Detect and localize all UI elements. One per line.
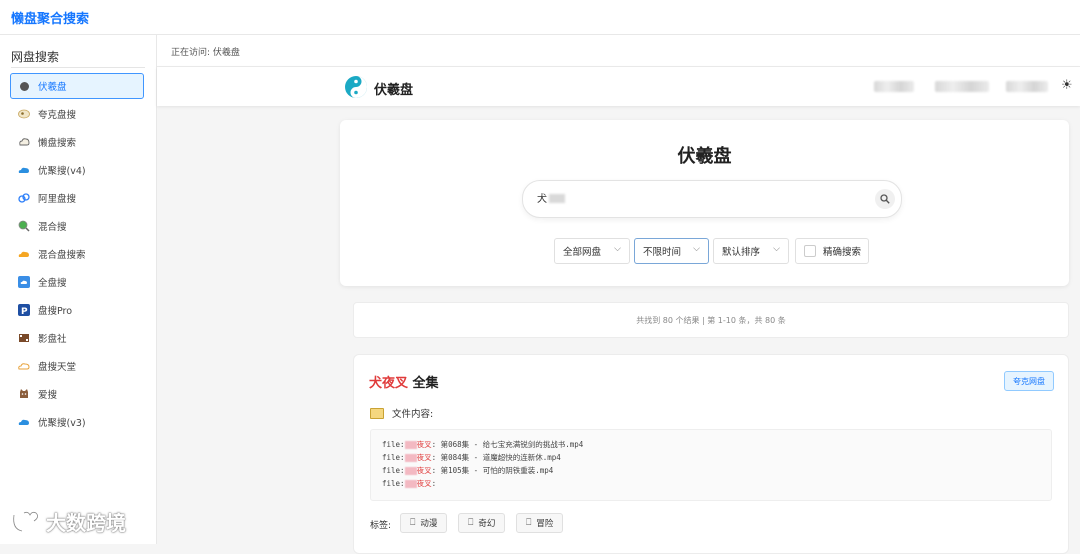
folder-icon (370, 407, 384, 419)
exact-search-checkbox[interactable]: 精确搜索 (795, 238, 869, 264)
result-card: 犬夜叉 全集 夸克网盘 文件内容: file: 夜叉: 第068集 - 给七宝充满… (353, 354, 1069, 554)
sidebar-item-label: 优聚搜(v3) (38, 418, 86, 429)
sidebar-item-quark[interactable]: 夸克盘搜 (10, 101, 144, 127)
cloud-outline-icon (18, 136, 30, 148)
files-heading-label: 文件内容: (392, 409, 434, 420)
chevron-down-icon: ⌵ (614, 244, 621, 254)
files-heading: 文件内容: (370, 406, 433, 420)
sidebar-item-label: 影盘社 (38, 334, 67, 345)
sidebar-item-fuxi[interactable]: 伏羲盘 (10, 73, 144, 99)
site-name[interactable]: 伏羲盘 (374, 79, 413, 98)
sidebar-item-label: 伏羲盘 (38, 82, 67, 93)
exact-search-label: 精确搜索 (823, 247, 862, 258)
sidebar-item-label: 全盘搜 (38, 278, 67, 289)
result-summary: 共找到 80 个结果 | 第 1-10 条，共 80 条 (636, 316, 786, 325)
chevron-down-icon: ⌵ (693, 244, 700, 254)
disk-filter-select[interactable]: 全部网盘 ⌵ (554, 238, 630, 264)
app-title[interactable]: 懒盘聚合搜索 (11, 8, 89, 27)
tags-label: 标签: (370, 521, 392, 531)
sidebar-item-label: 盘搜Pro (38, 306, 73, 317)
site-header: 伏羲盘 ☀ (157, 67, 1080, 106)
theme-toggle-sun-icon[interactable]: ☀ (1061, 78, 1073, 93)
watermark-logo-icon (12, 510, 39, 532)
result-title[interactable]: 犬夜叉 全集 (369, 372, 439, 391)
result-title-highlight: 犬夜叉 (369, 376, 409, 391)
file-line: file: 夜叉: (382, 479, 437, 488)
bookmark-icon: ⎕ (410, 518, 416, 528)
blue-square-cloud-icon (18, 276, 30, 288)
nav-link-blurred[interactable] (874, 81, 914, 92)
bookmark-icon: ⎕ (526, 518, 532, 528)
orange-cloud-icon (18, 248, 30, 260)
checkbox-box[interactable] (804, 245, 816, 257)
breadcrumb: 正在访问: 伏羲盘 (157, 35, 1080, 67)
sidebar-heading: 网盘搜索 (11, 50, 60, 64)
aliyun-icon (18, 192, 30, 204)
sidebar-item-label: 盘搜天堂 (38, 362, 77, 373)
sidebar-item-pansou-pro[interactable]: P 盘搜Pro (10, 297, 144, 323)
sidebar-divider (11, 67, 145, 68)
nav-link-blurred[interactable] (1006, 81, 1048, 92)
sidebar-item-label: 夸克盘搜 (38, 110, 77, 121)
svg-text:P: P (21, 307, 28, 316)
file-line: file: 夜叉: 第068集 - 给七宝充满锐剑的挑战书.mp4 (382, 440, 584, 449)
result-title-rest: 全集 (408, 376, 439, 391)
sidebar-nav: 伏羲盘 夸克盘搜 懒盘搜索 优聚搜(v4) 阿里盘搜 混合搜 混合盘搜索 全盘搜… (10, 73, 144, 437)
time-filter-value: 不限时间 (643, 247, 682, 258)
magnifier-globe-icon (18, 220, 30, 232)
tag-adventure[interactable]: ⎕ 冒险 (516, 513, 564, 533)
result-summary-bar: 共找到 80 个结果 | 第 1-10 条，共 80 条 (353, 302, 1069, 338)
blue-cloud-icon (18, 416, 30, 428)
sidebar-item-aisou[interactable]: 爱搜 (10, 381, 144, 407)
sidebar-item-lanpan[interactable]: 懒盘搜索 (10, 129, 144, 155)
sidebar-item-label: 阿里盘搜 (38, 194, 77, 205)
sidebar-item-youju-v3[interactable]: 优聚搜(v3) (10, 409, 144, 435)
sidebar-item-hunhe[interactable]: 混合搜 (10, 213, 144, 239)
cat-icon (18, 388, 30, 400)
sidebar-item-youju-v4[interactable]: 优聚搜(v4) (10, 157, 144, 183)
file-line: file: 夜叉: 第105集 - 可怕的阴铁重装.mp4 (382, 466, 554, 475)
film-icon (18, 332, 30, 344)
tag-fantasy[interactable]: ⎕ 奇幻 (458, 513, 506, 533)
search-input[interactable] (537, 192, 857, 203)
tag-anime[interactable]: ⎕ 动漫 (400, 513, 448, 533)
hero-title: 伏羲盘 (677, 146, 732, 167)
source-badge[interactable]: 夸克网盘 (1004, 371, 1054, 391)
file-line: file: 夜叉: 第084集 - 道魔超快的连新休.mp4 (382, 453, 561, 462)
disk-filter-value: 全部网盘 (563, 247, 602, 258)
search-button[interactable] (875, 189, 895, 209)
quark-icon (18, 108, 30, 120)
sidebar-item-hunhepan[interactable]: 混合盘搜索 (10, 241, 144, 267)
sort-value: 默认排序 (722, 247, 761, 258)
time-filter-select[interactable]: 不限时间 ⌵ (634, 238, 709, 264)
redacted-query (549, 194, 565, 203)
blue-cloud-icon (18, 164, 30, 176)
watermark: 大数跨境 (10, 507, 126, 536)
watermark-text: 大数跨境 (46, 511, 126, 535)
sidebar: 网盘搜索 伏羲盘 夸克盘搜 懒盘搜索 优聚搜(v4) 阿里盘搜 混合搜 混合盘搜… (0, 35, 157, 544)
sidebar-item-label: 混合搜 (38, 222, 67, 233)
sidebar-item-label: 懒盘搜索 (38, 138, 77, 149)
sidebar-item-yingpanshe[interactable]: 影盘社 (10, 325, 144, 351)
search-icon (880, 194, 890, 204)
sidebar-item-label: 优聚搜(v4) (38, 166, 86, 177)
p-badge-icon: P (18, 304, 30, 316)
dot-icon (18, 80, 30, 92)
chevron-down-icon: ⌵ (773, 244, 780, 254)
sidebar-item-label: 混合盘搜索 (38, 250, 86, 261)
sidebar-item-quanpan[interactable]: 全盘搜 (10, 269, 144, 295)
search-panel: 伏羲盘 全部网盘 ⌵ 不限时间 ⌵ 默认排序 ⌵ 精确搜索 (340, 120, 1069, 286)
bookmark-icon: ⎕ (468, 518, 474, 528)
file-list: file: 夜叉: 第068集 - 给七宝充满锐剑的挑战书.mp4 file: 夜叉… (370, 429, 1052, 501)
taiji-logo-icon[interactable] (344, 75, 368, 99)
sidebar-item-aliyun[interactable]: 阿里盘搜 (10, 185, 144, 211)
cloud-outline-orange-icon (18, 360, 30, 372)
sidebar-item-label: 爱搜 (38, 390, 58, 401)
top-bar: 懒盘聚合搜索 (0, 0, 1080, 35)
sidebar-item-pansou-tiantang[interactable]: 盘搜天堂 (10, 353, 144, 379)
nav-link-blurred[interactable] (935, 81, 989, 92)
breadcrumb-text: 正在访问: 伏羲盘 (171, 48, 240, 58)
search-box[interactable] (522, 180, 902, 218)
sort-select[interactable]: 默认排序 ⌵ (713, 238, 789, 264)
